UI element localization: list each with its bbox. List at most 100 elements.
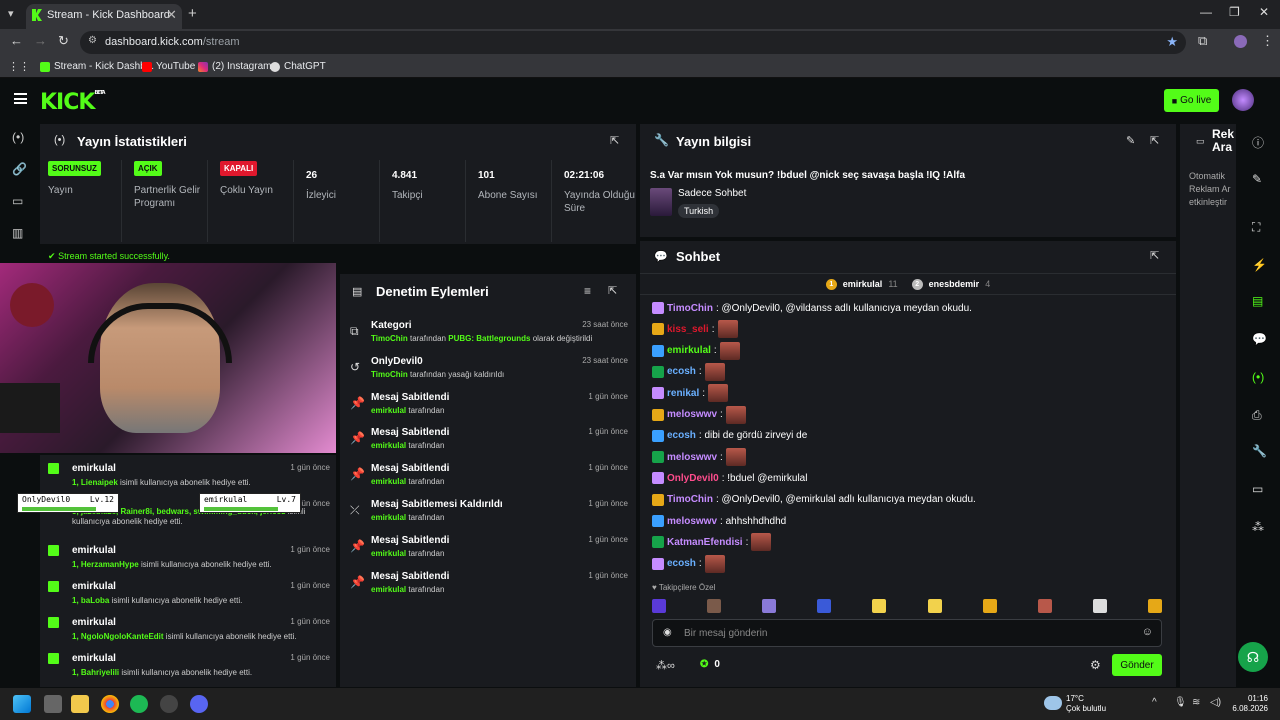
action-time: 23 saat önce (582, 355, 628, 365)
chat-username[interactable]: TimoChin (667, 494, 713, 505)
shield-icon[interactable]: ◉ (663, 627, 672, 638)
reload-icon[interactable]: ↻ (58, 33, 69, 49)
broadcast-icon[interactable]: (•) (12, 130, 24, 144)
chat-username[interactable]: ecosh (667, 430, 696, 441)
link-icon[interactable]: 🔗 (12, 162, 27, 176)
bookmark-star-icon[interactable]: ★ (1166, 34, 1178, 50)
chrome-icon[interactable] (101, 695, 119, 713)
chat-username[interactable]: KatmanEfendisi (667, 537, 743, 548)
browser-menu-icon[interactable]: ⋮ (1261, 33, 1274, 49)
chat-username[interactable]: renikal (667, 388, 699, 399)
tray-chevron-icon[interactable]: ^ (1152, 697, 1157, 708)
chat-username[interactable]: kiss_seli (667, 324, 709, 335)
close-window-icon[interactable]: ✕ (1259, 5, 1269, 19)
chat-username[interactable]: meloswwv (667, 409, 717, 420)
info-icon[interactable]: ⓘ (1252, 134, 1264, 151)
filter-icon[interactable]: ≡ (584, 284, 591, 298)
note-icon[interactable]: ▤ (1252, 294, 1263, 308)
stream-title: S.a Var mısın Yok musun? !bduel @nick se… (650, 170, 966, 181)
spotify-icon[interactable] (130, 695, 148, 713)
lightning-icon[interactable]: ⚡ (1252, 258, 1267, 272)
chat-bubble-icon[interactable]: 💬 (1252, 332, 1267, 346)
emote-icon[interactable] (707, 599, 722, 613)
browser-tab[interactable]: Stream - Kick Dashboard ✕ (26, 4, 182, 29)
kick-logo[interactable]: KICKBETA (40, 90, 106, 115)
tab-search-icon[interactable]: ▾ (8, 7, 14, 20)
send-button[interactable]: Gönder (1112, 654, 1162, 676)
forward-icon[interactable]: → (34, 33, 47, 48)
badge-icon (652, 515, 664, 527)
support-icon[interactable]: ☊ (1238, 642, 1268, 672)
weather[interactable]: 17°C Çok bulutlu (1066, 694, 1106, 714)
emote-icon[interactable] (927, 599, 942, 613)
popout-icon[interactable]: ⇱ (608, 284, 617, 297)
printer-icon[interactable]: ⎙ (1252, 408, 1262, 423)
chat-text: : (698, 366, 702, 378)
file-explorer-icon[interactable] (71, 695, 89, 713)
emote-icon[interactable] (652, 599, 666, 613)
chat-text: : (698, 558, 702, 570)
task-view-icon[interactable] (44, 695, 62, 713)
emote-icon[interactable] (982, 599, 997, 613)
chat-username[interactable]: emirkulal (667, 345, 711, 356)
popout-icon[interactable]: ⇱ (610, 134, 619, 147)
steam-icon[interactable] (160, 695, 178, 713)
fullscreen-icon[interactable]: ⛶ (1252, 220, 1260, 235)
emote-icon[interactable] (872, 599, 887, 613)
tab-close-icon[interactable]: ✕ (166, 7, 177, 23)
chat-username[interactable]: TimoChin (667, 303, 713, 314)
discord-icon[interactable] (190, 695, 208, 713)
emote-icon (725, 405, 746, 424)
wifi-icon[interactable]: ≋ (1192, 697, 1200, 708)
emote-icon[interactable] (1037, 599, 1052, 613)
chat-username[interactable]: OnlyDevil0 (667, 473, 719, 484)
chat-username[interactable]: meloswwv (667, 516, 717, 527)
chart-icon[interactable]: ▥ (12, 226, 23, 240)
minimize-icon[interactable]: — (1200, 5, 1212, 19)
mic-icon[interactable]: 🎙 (1174, 697, 1187, 708)
chat-input[interactable]: ◉ Bir mesaj gönderin ☺ (652, 619, 1162, 647)
back-icon[interactable]: ← (10, 33, 23, 48)
go-live-button[interactable]: ■ Go live (1164, 89, 1219, 112)
points-icon: ✪ (700, 659, 709, 670)
emote-icon[interactable] (762, 599, 777, 613)
new-tab-icon[interactable]: + (188, 5, 197, 22)
emote-icon[interactable] (1092, 599, 1107, 613)
volume-icon[interactable]: ◁) (1210, 697, 1221, 708)
menu-icon[interactable] (14, 93, 27, 104)
windows-taskbar: 17°C Çok bulutlu ^ 🎙 ≋ ◁) 01:16 6.08.2026 (0, 688, 1280, 720)
bookmark-youtube[interactable]: YouTube (142, 61, 195, 72)
emote-icon[interactable] (817, 599, 832, 613)
window-icon[interactable]: ▭ (1252, 482, 1263, 496)
popout-icon[interactable]: ⇱ (1150, 134, 1159, 147)
apps-icon[interactable]: ⋮⋮ (8, 60, 30, 73)
emote-icon (704, 554, 725, 573)
chat-username[interactable]: ecosh (667, 366, 696, 377)
edit-icon[interactable]: ✎ (1252, 172, 1262, 186)
emote-icon[interactable] (1147, 599, 1162, 613)
site-info-icon[interactable]: ⚙ (88, 35, 97, 46)
bookmark-kick[interactable]: Stream - Kick Dashb... (40, 61, 154, 72)
bookmark-instagram[interactable]: (2) Instagram (198, 61, 271, 72)
profile-avatar[interactable] (1234, 35, 1247, 48)
broadcast-icon[interactable]: (•) (1252, 370, 1264, 384)
action-icon: 📌 (350, 395, 365, 410)
settings-icon[interactable]: ⚙ (1090, 658, 1101, 672)
dots-icon[interactable]: ⁂ (1252, 520, 1264, 534)
chat-username[interactable]: meloswwv (667, 452, 717, 463)
user-avatar[interactable] (1232, 89, 1254, 111)
extensions-icon[interactable]: ⧉ (1198, 33, 1207, 49)
channel-points[interactable]: ✪ 0 (700, 659, 720, 670)
edit-icon[interactable]: ✎ (1126, 134, 1135, 147)
popout-icon[interactable]: ⇱ (1150, 249, 1159, 262)
bookmark-chatgpt[interactable]: ChatGPT (270, 61, 326, 72)
wrench-icon[interactable]: 🔧 (1252, 444, 1267, 458)
window-icon[interactable]: ▭ (12, 194, 23, 208)
address-bar[interactable]: ⚙ dashboard.kick.com/stream ★ (80, 31, 1186, 54)
clock[interactable]: 01:16 6.08.2026 (1232, 694, 1268, 714)
chat-username[interactable]: ecosh (667, 558, 696, 569)
emoji-icon[interactable]: ☺ (1142, 626, 1153, 638)
maximize-icon[interactable]: ❐ (1229, 5, 1240, 19)
kick-favicon-icon (32, 9, 42, 21)
windows-start-icon[interactable] (13, 695, 31, 713)
